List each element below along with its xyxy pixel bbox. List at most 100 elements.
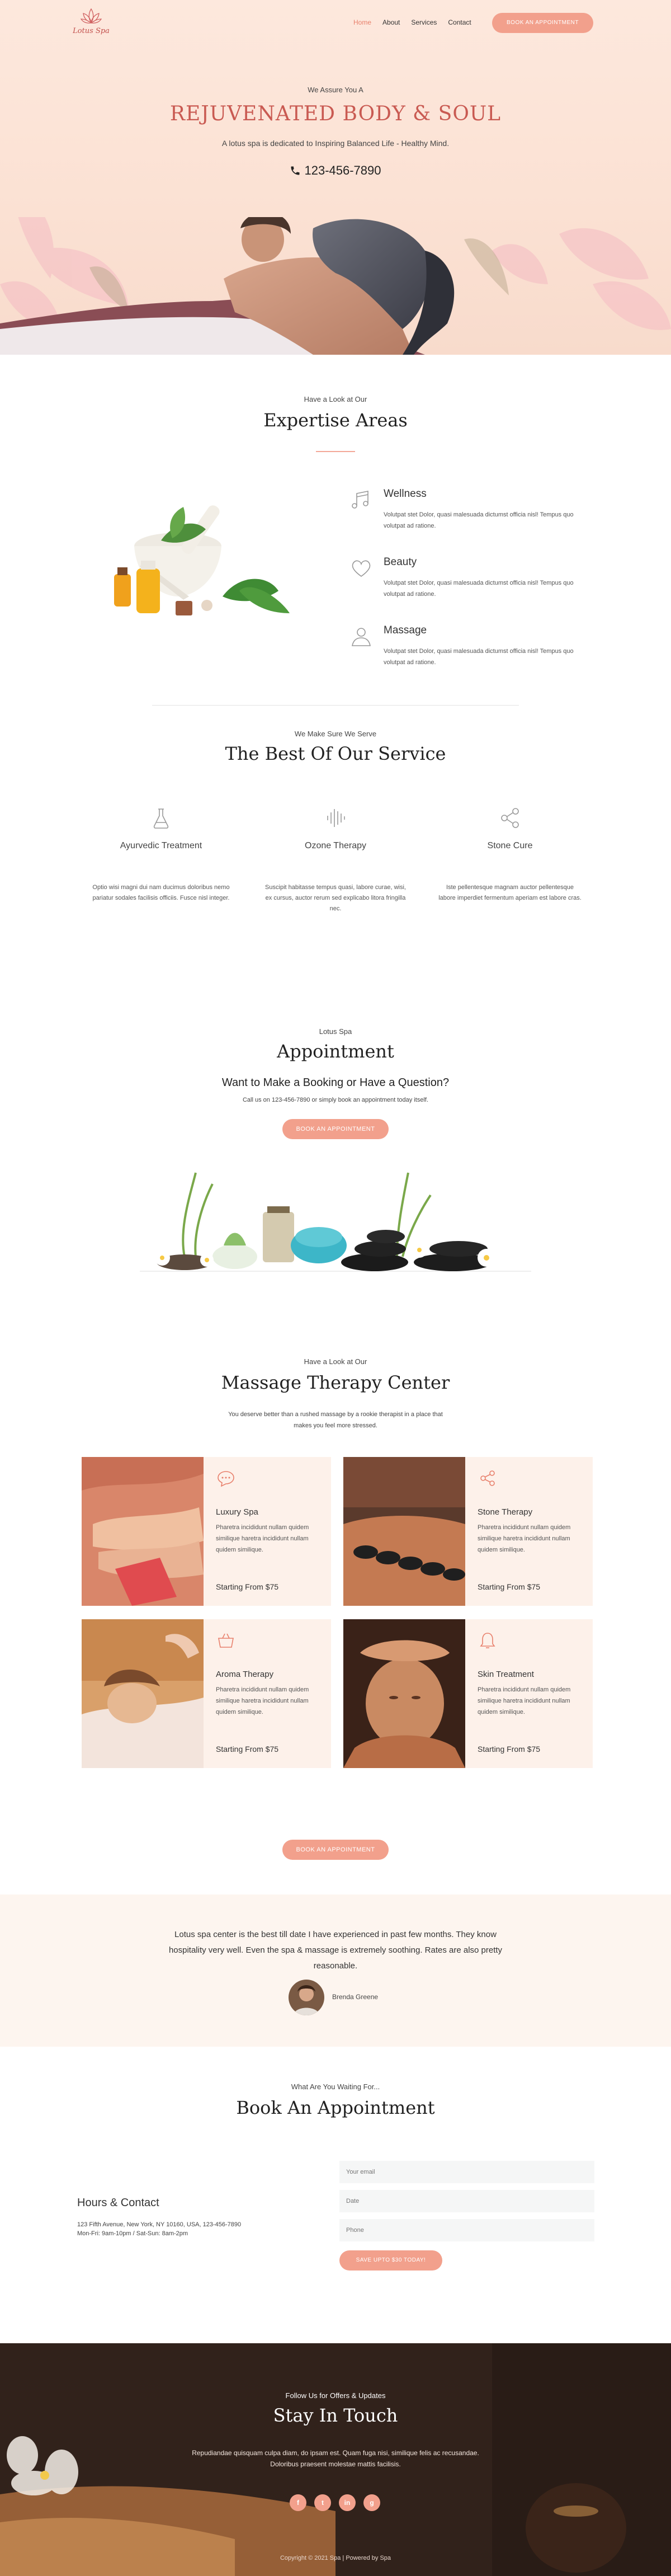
lotus-icon (80, 8, 102, 23)
footer-section: Follow Us for Offers & Updates Stay In T… (0, 2343, 671, 2576)
card-price: Starting From $75 (216, 1582, 279, 1591)
hours-contact-title: Hours & Contact (77, 2197, 159, 2209)
logo[interactable]: Lotus Spa (72, 8, 111, 38)
card-stone-therapy[interactable]: Stone Therapy Pharetra incididunt nullam… (343, 1457, 593, 1606)
avatar (289, 1980, 324, 2015)
linkedin-icon[interactable]: in (339, 2494, 356, 2511)
service-title: Ozone Therapy (305, 841, 366, 850)
menu-item-home[interactable]: Home (353, 18, 371, 26)
title-divider (316, 451, 355, 452)
flask-icon (153, 808, 169, 829)
appointment-button[interactable]: Book An Appointment (282, 1119, 389, 1139)
copyright: Copyright © 2021 Spa | Powered by Spa (280, 2555, 391, 2561)
book-appointment-section: What Are You Waiting For... Book An Appo… (0, 2047, 671, 2343)
card-price: Starting From $75 (478, 1745, 541, 1754)
service-text: Suscipit habitasse tempus quasi, labore … (265, 884, 406, 912)
contact-address: 123 Fifth Avenue, New York, NY 10160, US… (77, 2221, 242, 2228)
footer-subtitle: Follow Us for Offers & Updates (285, 2391, 386, 2400)
date-field[interactable] (339, 2190, 594, 2212)
contact-hours: Mon-Fri: 9am-10pm / Sat-Sun: 8am-2pm (77, 2230, 188, 2237)
book-subtitle: What Are You Waiting For... (291, 2083, 380, 2091)
hero-title: REJUVENATED BODY & SOUL (169, 102, 502, 125)
phone-icon (291, 166, 300, 175)
chat-icon (218, 1471, 234, 1487)
hero-phone[interactable]: 123-456-7890 (0, 163, 671, 178)
menu-item-services[interactable]: Services (411, 18, 437, 26)
card-skin-treatment[interactable]: Skin Treatment Pharetra incididunt nulla… (343, 1619, 593, 1768)
facebook-icon[interactable]: f (290, 2494, 306, 2511)
card-luxury-spa[interactable]: Luxury Spa Pharetra incididunt nullam qu… (82, 1457, 331, 1606)
massage-book-button[interactable]: Book An Appointment (282, 1840, 389, 1860)
hero-subtitle: We Assure You A (308, 86, 363, 94)
expertise-item-beauty: Beauty Volutpat stet Dolor, quasi malesu… (349, 556, 574, 618)
testimonial-section: Lotus spa center is the best till date I… (0, 1895, 671, 2047)
stone-therapy-image (343, 1457, 465, 1606)
basket-icon (218, 1633, 234, 1648)
hero-phone-number: 123-456-7890 (304, 163, 381, 177)
soundwave-icon (327, 809, 345, 827)
card-text: Pharetra incididunt nullam quidem simili… (216, 1524, 309, 1553)
testimonial-quote: Lotus spa center is the best till date I… (168, 1930, 503, 1971)
hero-image (0, 217, 671, 355)
service-ozone: Ozone Therapy Suscipit habitasse tempus … (263, 806, 408, 914)
card-aroma-therapy[interactable]: Aroma Therapy Pharetra incididunt nullam… (82, 1619, 331, 1768)
card-text: Pharetra incididunt nullam quidem simili… (216, 1686, 309, 1715)
appointment-subtitle: Lotus Spa (319, 1027, 352, 1036)
testimonial-author: Brenda Greene (332, 1993, 379, 2001)
expertise-item-massage: Massage Volutpat stet Dolor, quasi males… (349, 624, 574, 686)
menu-item-contact[interactable]: Contact (448, 18, 471, 26)
appointment-question: Want to Make a Booking or Have a Questio… (221, 1077, 450, 1089)
hero-description: A lotus spa is dedicated to Inspiring Ba… (221, 139, 450, 148)
phone-field[interactable] (339, 2219, 594, 2241)
card-price: Starting From $75 (478, 1582, 541, 1591)
submit-button[interactable]: Save Upto $30 Today! (339, 2250, 442, 2271)
social-links: f t in g (290, 2494, 380, 2511)
expertise-item-text: Volutpat stet Dolor, quasi malesuada dic… (384, 511, 574, 529)
expertise-item-title: Beauty (384, 556, 417, 568)
google-icon[interactable]: g (363, 2494, 380, 2511)
aroma-therapy-image (82, 1619, 204, 1768)
massage-description-line: makes you feel more stressed. (294, 1422, 377, 1429)
card-price: Starting From $75 (216, 1745, 279, 1754)
footer-title: Stay In Touch (273, 2405, 398, 2426)
book-appointment-button[interactable]: Book An Appointment (492, 13, 593, 33)
massage-description: You deserve better than a rushed massage… (0, 1409, 671, 1431)
service-text: Optio wisi magni dui nam ducimus dolorib… (92, 884, 230, 901)
expertise-section: Have a Look at Our Expertise Areas Welln… (0, 355, 671, 706)
best-service-section: We Make Sure We Serve The Best Of Our Se… (0, 706, 671, 1027)
expertise-subtitle: Have a Look at Our (304, 395, 367, 403)
service-stone-cure: Stone Cure Iste pellentesque magnam auct… (437, 806, 583, 904)
expertise-title: Expertise Areas (263, 410, 408, 431)
massage-title: Massage Therapy Center (221, 1372, 450, 1393)
main-menu: Home About Services Contact (353, 18, 471, 26)
footer-description: Repudiandae quisquam culpa diam, do ipsa… (192, 2449, 479, 2468)
section-divider (152, 705, 519, 706)
menu-item-about[interactable]: About (382, 18, 400, 26)
best-subtitle: We Make Sure We Serve (294, 730, 377, 738)
contact-info: 123 Fifth Avenue, New York, NY 10160, US… (77, 2220, 241, 2238)
bell-icon (480, 1633, 495, 1648)
user-icon (352, 628, 371, 646)
book-title: Book An Appointment (236, 2097, 435, 2118)
massage-center-section: Have a Look at Our Massage Therapy Cente… (0, 1357, 671, 1895)
hero-section: Lotus Spa Home About Services Contact Bo… (0, 0, 671, 355)
email-field[interactable] (339, 2161, 594, 2183)
appointment-description: Call us on 123-456-7890 or simply book a… (242, 1097, 429, 1103)
massage-description-line: You deserve better than a rushed massage… (228, 1411, 443, 1418)
card-text: Pharetra incididunt nullam quidem simili… (478, 1524, 571, 1553)
expertise-item-text: Volutpat stet Dolor, quasi malesuada dic… (384, 648, 574, 666)
card-title: Stone Therapy (478, 1507, 533, 1517)
expertise-item-wellness: Wellness Volutpat stet Dolor, quasi male… (349, 488, 574, 549)
music-note-icon (352, 491, 368, 509)
expertise-item-title: Wellness (384, 488, 427, 500)
service-text: Iste pellentesque magnam auctor pellente… (438, 884, 582, 901)
appointment-title: Appointment (277, 1041, 394, 1062)
appointment-section: Lotus Spa Appointment Want to Make a Boo… (0, 1027, 671, 1357)
spa-stones-image (140, 1172, 531, 1272)
heart-icon (352, 560, 371, 577)
luxury-spa-image (82, 1457, 204, 1606)
logo-text: Lotus Spa (73, 27, 110, 35)
twitter-icon[interactable]: t (314, 2494, 331, 2511)
service-title: Ayurvedic Treatment (120, 841, 202, 850)
skin-treatment-image (343, 1619, 465, 1768)
